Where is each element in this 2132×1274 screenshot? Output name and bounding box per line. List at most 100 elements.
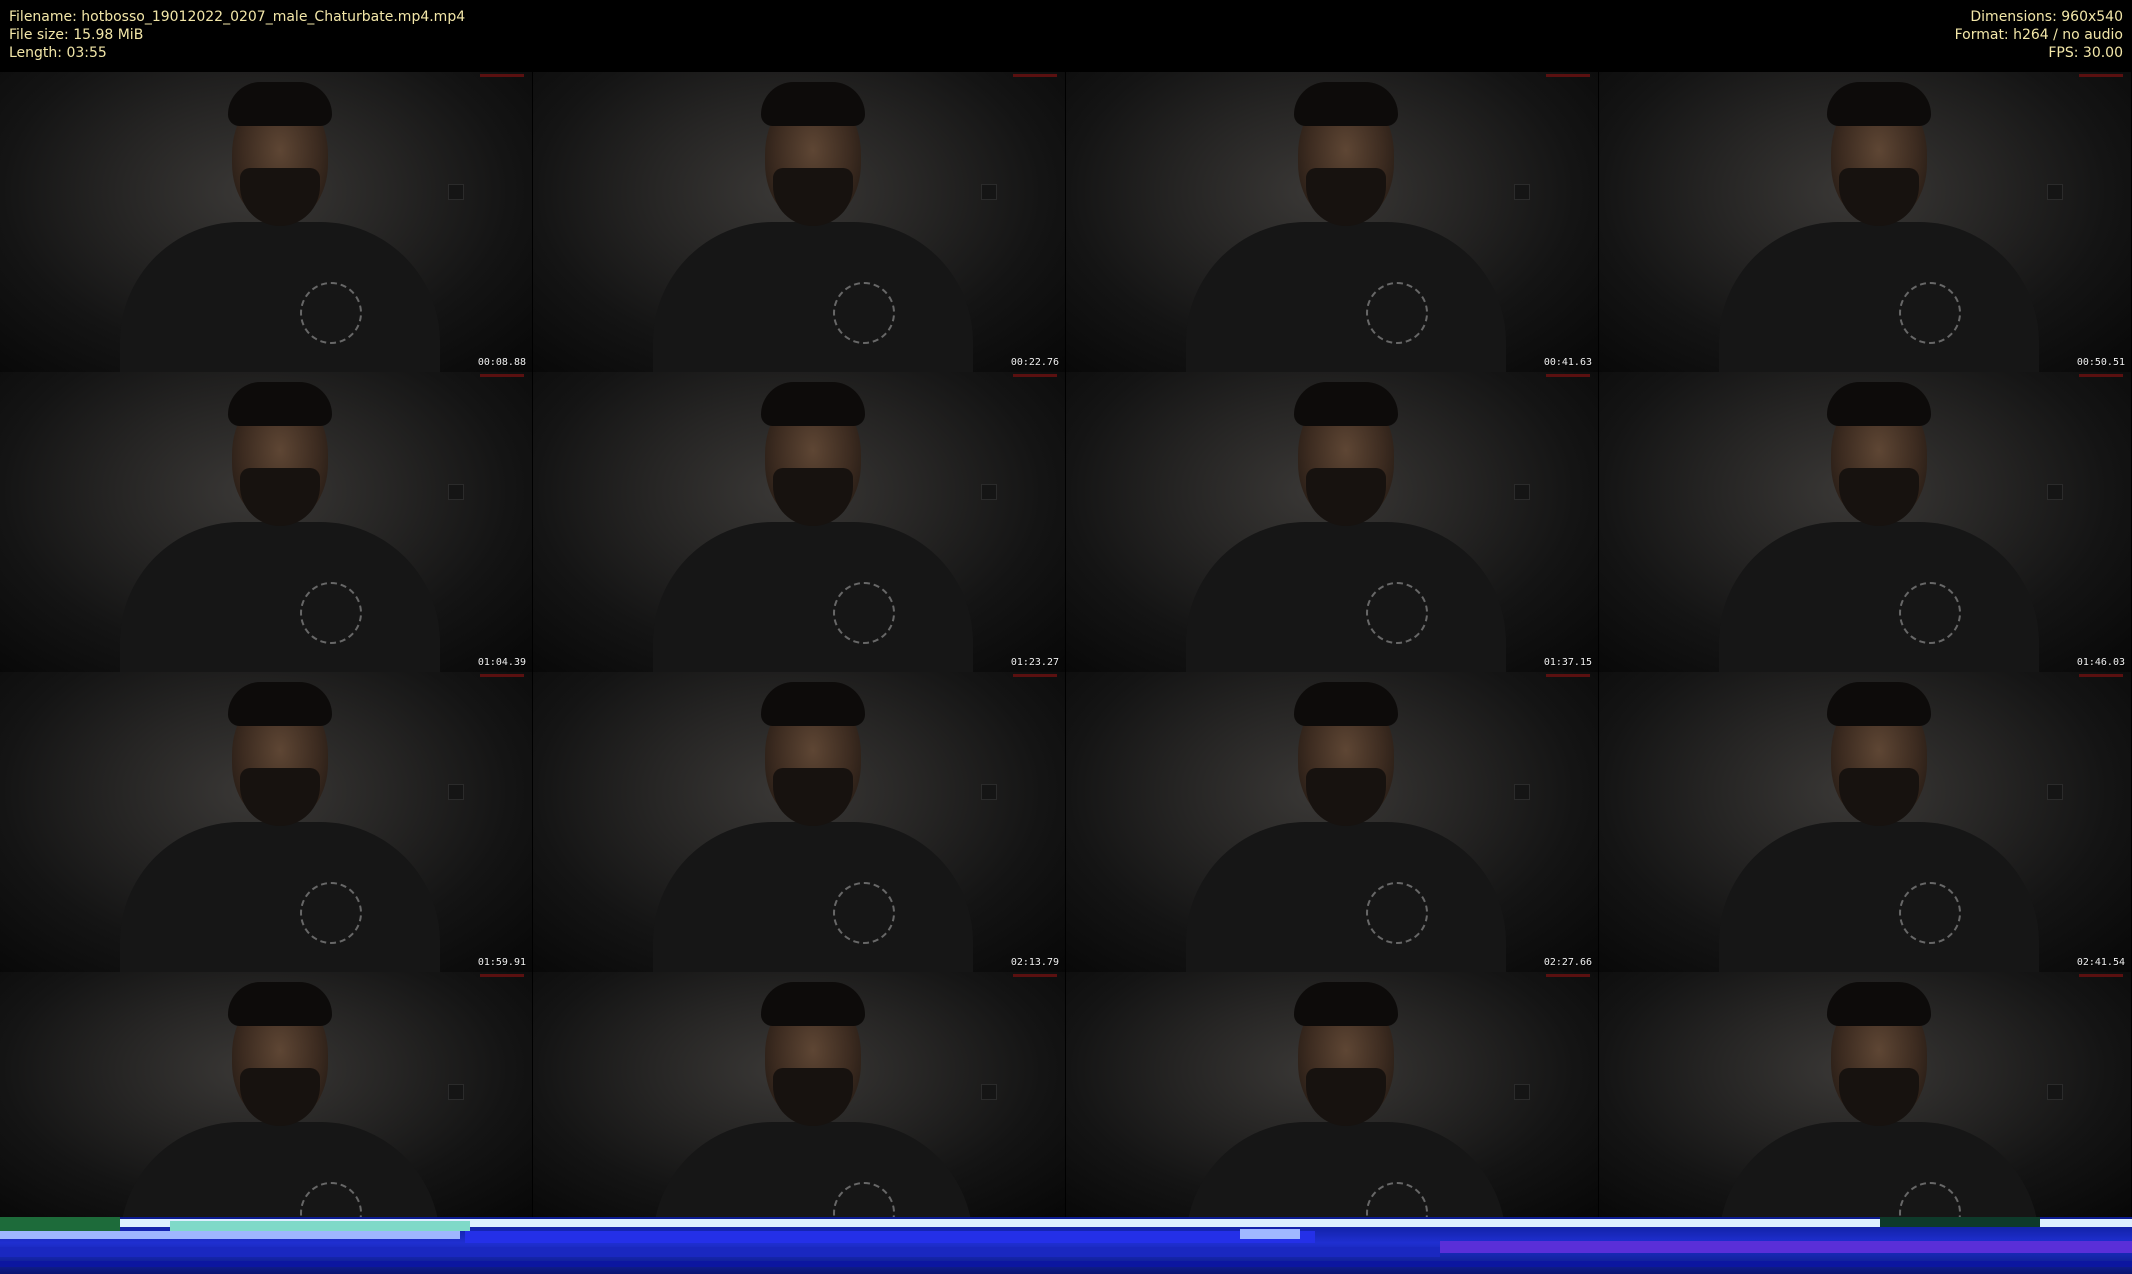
hair	[761, 682, 865, 726]
glitch-stripe	[0, 1217, 120, 1231]
thumbnail-timestamp: 00:50.51	[2076, 357, 2125, 368]
hair	[761, 82, 865, 126]
beard	[1306, 768, 1386, 826]
thumbnail	[533, 972, 1065, 1217]
shirt-logo	[1899, 882, 1961, 944]
watermark-mark	[1546, 974, 1590, 977]
hair	[1294, 682, 1398, 726]
glitch-stripe	[0, 1247, 1440, 1257]
glitch-stripe	[1240, 1229, 1300, 1239]
thumbnail-timestamp: 01:37.15	[1543, 657, 1592, 668]
beard	[1839, 1068, 1919, 1126]
thumbnail: 02:13.79	[533, 672, 1065, 972]
beard	[773, 168, 853, 226]
shirt-logo	[833, 282, 895, 344]
wall-switch	[2047, 784, 2063, 800]
corrupted-frame-band	[0, 1217, 2132, 1274]
hair	[1827, 682, 1931, 726]
hair	[1294, 382, 1398, 426]
watermark-mark	[480, 74, 524, 77]
thumbnail-timestamp: 02:27.66	[1543, 957, 1592, 968]
format-label: Format: h264 / no audio	[1954, 27, 2123, 43]
shirt	[1186, 222, 1506, 372]
thumbnail: 02:27.66	[1066, 672, 1598, 972]
video-info: Dimensions: 960x540 Format: h264 / no au…	[1955, 8, 2123, 62]
shirt-logo	[833, 882, 895, 944]
shirt-logo	[1366, 282, 1428, 344]
shirt	[1186, 522, 1506, 672]
thumbnail-timestamp: 00:41.63	[1543, 357, 1592, 368]
wall-switch	[1514, 184, 1530, 200]
wall-switch	[448, 484, 464, 500]
shirt-logo	[1366, 882, 1428, 944]
shirt-logo	[1366, 582, 1428, 644]
beard	[1839, 168, 1919, 226]
wall-switch	[981, 484, 997, 500]
thumbnail: 01:04.39	[0, 372, 532, 672]
beard	[240, 1068, 320, 1126]
shirt	[120, 522, 440, 672]
shirt	[653, 222, 973, 372]
thumbnail: 00:08.88	[0, 72, 532, 372]
fps-label: FPS: 30.00	[2048, 45, 2123, 61]
hair	[761, 982, 865, 1026]
watermark-mark	[480, 374, 524, 377]
glitch-stripe	[465, 1231, 1315, 1243]
beard	[240, 768, 320, 826]
shirt	[653, 1122, 973, 1217]
beard	[773, 768, 853, 826]
thumbnail: 00:22.76	[533, 72, 1065, 372]
shirt	[1719, 222, 2039, 372]
thumbnail-timestamp: 01:04.39	[477, 657, 526, 668]
wall-switch	[981, 184, 997, 200]
beard	[1306, 1068, 1386, 1126]
shirt-logo	[300, 582, 362, 644]
watermark-mark	[1546, 674, 1590, 677]
wall-switch	[1514, 484, 1530, 500]
watermark-mark	[2079, 374, 2123, 377]
shirt	[1719, 522, 2039, 672]
wall-switch	[448, 184, 464, 200]
watermark-mark	[1013, 674, 1057, 677]
thumbnail-grid: 00:08.88 00:22.76 00:41.63 00:50.51 01:0…	[0, 72, 2132, 1217]
wall-switch	[1514, 1084, 1530, 1100]
shirt-logo	[1899, 582, 1961, 644]
watermark-mark	[1546, 74, 1590, 77]
thumbnail-timestamp: 02:13.79	[1010, 957, 1059, 968]
file-info: Filename: hotbosso_19012022_0207_male_Ch…	[9, 8, 465, 62]
watermark-mark	[1013, 974, 1057, 977]
wall-switch	[981, 1084, 997, 1100]
thumbnail-timestamp: 00:08.88	[477, 357, 526, 368]
thumbnail	[0, 972, 532, 1217]
wall-switch	[448, 1084, 464, 1100]
glitch-stripe	[0, 1231, 460, 1239]
thumbnail: 01:46.03	[1599, 372, 2131, 672]
wall-switch	[448, 784, 464, 800]
hair	[228, 982, 332, 1026]
wall-switch	[2047, 184, 2063, 200]
thumbnail-timestamp: 01:46.03	[2076, 657, 2125, 668]
thumbnail	[1599, 972, 2131, 1217]
beard	[773, 1068, 853, 1126]
thumbnail: 00:50.51	[1599, 72, 2131, 372]
dimensions-label: Dimensions: 960x540	[1970, 9, 2123, 25]
hair	[1294, 982, 1398, 1026]
watermark-mark	[480, 674, 524, 677]
wall-switch	[981, 784, 997, 800]
watermark-mark	[480, 974, 524, 977]
shirt	[653, 522, 973, 672]
hair	[1294, 82, 1398, 126]
shirt-logo	[300, 282, 362, 344]
thumbnail-timestamp: 00:22.76	[1010, 357, 1059, 368]
glitch-stripe	[1440, 1241, 2132, 1253]
hair	[1827, 382, 1931, 426]
shirt	[1186, 822, 1506, 972]
shirt	[120, 222, 440, 372]
shirt-logo	[300, 882, 362, 944]
hair	[1827, 982, 1931, 1026]
shirt	[1719, 822, 2039, 972]
contact-sheet-header: Filename: hotbosso_19012022_0207_male_Ch…	[0, 0, 2132, 72]
watermark-mark	[1013, 74, 1057, 77]
beard	[1839, 468, 1919, 526]
wall-switch	[2047, 1084, 2063, 1100]
